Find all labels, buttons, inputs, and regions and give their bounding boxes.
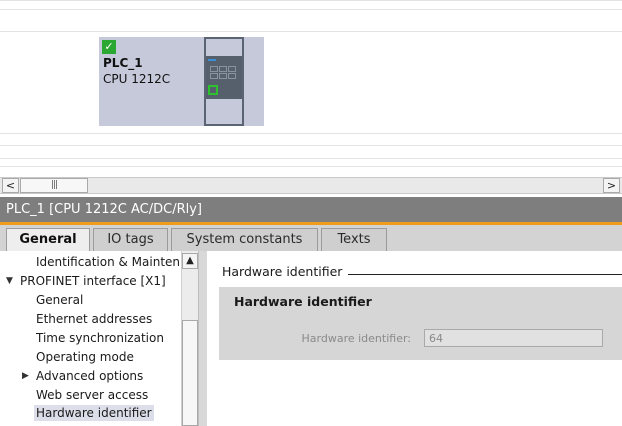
navigation-tree: Identification & Mainten… ▼ PROFINET int… [0, 251, 199, 426]
grid-line [0, 166, 622, 167]
io-cell [210, 73, 218, 79]
nav-item-label: Time synchronization [36, 331, 164, 345]
tab-texts[interactable]: Texts [321, 228, 387, 251]
nav-item-label: Advanced options [36, 369, 144, 383]
nav-item-advanced-options[interactable]: ▶ Advanced options [22, 367, 143, 386]
nav-item-label: Identification & Mainten… [36, 255, 181, 269]
expanded-arrow-icon[interactable]: ▼ [6, 272, 13, 291]
nav-item-ethernet-addresses[interactable]: Ethernet addresses [36, 310, 152, 329]
scroll-left-icon[interactable]: < [2, 178, 19, 193]
checkmark-icon: ✓ [102, 40, 116, 54]
grid-line [0, 145, 622, 146]
io-cell [210, 66, 218, 72]
grid-line [0, 133, 622, 134]
hardware-identifier-label: Hardware identifier: [301, 332, 411, 345]
io-cell [219, 66, 227, 72]
io-cell [219, 73, 227, 79]
io-cell [228, 66, 236, 72]
nav-item-hardware-identifier[interactable]: Hardware identifier [34, 404, 154, 423]
device-view-canvas[interactable]: ✓ PLC_1 CPU 1212C [0, 0, 622, 177]
inspector-title: PLC_1 [CPU 1212C AC/DC/Rly] [0, 197, 622, 222]
hardware-identifier-field[interactable] [424, 329, 603, 347]
section-title: Hardware identifier [222, 264, 349, 279]
device-rack[interactable] [204, 37, 244, 126]
grid-line [0, 31, 622, 32]
nav-item-operating-mode[interactable]: Operating mode [36, 348, 134, 367]
collapsed-arrow-icon[interactable]: ▶ [22, 367, 29, 386]
nav-item-general[interactable]: General [36, 291, 83, 310]
grid-line [0, 9, 622, 10]
grid-line [0, 0, 622, 1]
nav-item-time-synchronization[interactable]: Time synchronization [36, 329, 164, 348]
nav-item-label: PROFINET interface [X1] [20, 274, 166, 288]
nav-item-identification[interactable]: Identification & Mainten… [36, 253, 181, 272]
scroll-up-icon[interactable]: ▲ [182, 253, 198, 269]
tab-io-tags[interactable]: IO tags [93, 228, 168, 251]
device-name: PLC_1 [103, 56, 143, 70]
io-cell [228, 73, 236, 79]
navigation-list: Identification & Mainten… ▼ PROFINET int… [0, 251, 181, 426]
status-bar [208, 59, 216, 61]
scroll-right-icon[interactable]: > [603, 178, 620, 193]
nav-item-label: Hardware identifier [34, 405, 154, 421]
tab-bar: General IO tags System constants Texts [0, 225, 622, 252]
properties-panel: Identification & Mainten… ▼ PROFINET int… [0, 251, 622, 426]
nav-item-web-server-access[interactable]: Web server access [36, 386, 148, 405]
hardware-identifier-group: Hardware identifier Hardware identifier: [219, 287, 622, 360]
nav-item-label: General [36, 293, 84, 307]
scroll-thumb[interactable]: ||| [20, 178, 88, 193]
plc-device[interactable]: ✓ PLC_1 CPU 1212C [99, 37, 264, 126]
nav-item-label: Ethernet addresses [36, 312, 153, 326]
device-type: CPU 1212C [103, 72, 171, 86]
section-rule [348, 274, 622, 275]
scroll-thumb[interactable] [182, 320, 198, 426]
nav-item-label: Operating mode [36, 350, 134, 364]
horizontal-scrollbar[interactable]: < ||| > [0, 177, 622, 194]
grid-line [0, 158, 622, 159]
tab-system-constants[interactable]: System constants [171, 228, 318, 251]
ethernet-port-icon [208, 85, 218, 95]
tab-general[interactable]: General [6, 228, 90, 252]
vertical-scrollbar[interactable]: ▲ [181, 251, 198, 426]
nav-item-label: Web server access [36, 388, 149, 402]
group-title: Hardware identifier [234, 294, 372, 309]
properties-content: Hardware identifier Hardware identifier … [207, 251, 622, 426]
cpu-module[interactable] [206, 56, 242, 99]
nav-item-profinet-interface[interactable]: ▼ PROFINET interface [X1] [6, 272, 166, 291]
